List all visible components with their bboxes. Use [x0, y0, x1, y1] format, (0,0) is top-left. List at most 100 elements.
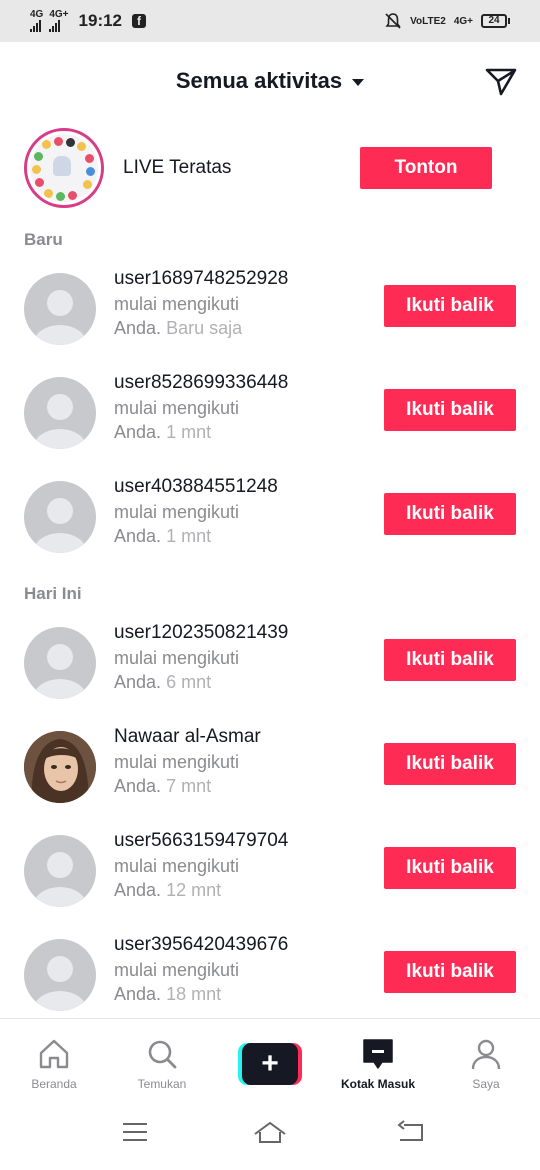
send-icon[interactable] — [484, 64, 518, 98]
target-text: Anda. — [114, 422, 162, 442]
follow-back-button[interactable]: Ikuti balik — [384, 743, 516, 785]
action-text: mulai mengikuti — [114, 960, 240, 980]
avatar[interactable] — [24, 731, 96, 803]
follow-back-button[interactable]: Ikuti balik — [384, 951, 516, 993]
follow-back-button[interactable]: Ikuti balik — [384, 285, 516, 327]
action-text: mulai mengikuti — [114, 648, 240, 668]
timestamp: 1 mnt — [166, 526, 212, 546]
username[interactable]: user1689748252928 — [114, 268, 288, 290]
live-label: LIVE Teratas — [123, 157, 232, 178]
list-item[interactable]: user5663159479704 mulai mengikuti Anda. … — [0, 823, 540, 919]
list-item[interactable]: user3956420439676 mulai mengikuti Anda. … — [0, 927, 540, 1023]
signal-bars-icon — [30, 20, 41, 32]
top-live-row[interactable]: LIVE Teratas Tonton — [24, 127, 516, 209]
action-text: mulai mengikuti — [114, 856, 240, 876]
network-label-1: 4G — [30, 9, 44, 20]
system-navigation-bar — [0, 1098, 540, 1170]
target-text: Anda. — [114, 880, 162, 900]
list-item[interactable]: user1202350821439 mulai mengikuti Anda. … — [0, 615, 540, 711]
back-icon[interactable] — [396, 1120, 426, 1144]
nav-inbox-label: Kotak Masuk — [340, 1077, 416, 1091]
volte-indicator: VoLTE2 — [410, 15, 446, 27]
avatar[interactable] — [24, 939, 96, 1011]
avatar[interactable] — [24, 273, 96, 345]
create-button[interactable]: + — [238, 1043, 302, 1085]
action-text: mulai mengikuti — [114, 398, 240, 418]
inbox-icon — [363, 1039, 393, 1069]
page-title: Semua aktivitas — [175, 68, 343, 93]
timestamp: 12 mnt — [166, 880, 222, 900]
action-text: mulai mengikuti — [114, 752, 240, 772]
home-outline-icon[interactable] — [252, 1120, 288, 1146]
default-avatar-icon — [34, 644, 86, 699]
dropdown-caret-icon — [352, 78, 365, 86]
action-text: mulai mengikuti — [114, 502, 240, 522]
search-icon — [148, 1040, 177, 1069]
bell-muted-icon — [385, 13, 401, 29]
header: Semua aktivitas — [0, 42, 540, 120]
follow-back-button[interactable]: Ikuti balik — [384, 639, 516, 681]
menu-icon[interactable] — [120, 1120, 150, 1144]
battery-level: 24 — [481, 14, 507, 28]
target-line: Anda. 12 mnt — [114, 880, 221, 901]
username[interactable]: user5663159479704 — [114, 830, 288, 852]
facebook-notification-icon: f — [132, 14, 147, 28]
nav-profile[interactable]: Saya — [432, 1019, 540, 1098]
avatar[interactable] — [24, 377, 96, 449]
network-indicator-1: 4G — [30, 10, 43, 32]
network-label-2: 4G+ — [49, 9, 69, 20]
target-line: Anda. 1 mnt — [114, 422, 211, 443]
nav-home-label: Beranda — [31, 1077, 77, 1091]
username[interactable]: user3956420439676 — [114, 934, 288, 956]
clock: 19:12 — [78, 11, 123, 30]
timestamp: 18 mnt — [166, 984, 222, 1004]
home-icon — [39, 1039, 69, 1069]
timestamp: Baru saja — [166, 318, 243, 338]
default-avatar-icon — [34, 290, 86, 345]
battery-icon: 24 — [481, 14, 510, 28]
default-avatar-icon — [34, 852, 86, 907]
target-text: Anda. — [114, 776, 162, 796]
username[interactable]: user8528699336448 — [114, 372, 288, 394]
username[interactable]: user403884551248 — [114, 476, 278, 498]
default-avatar-icon — [34, 498, 86, 553]
nav-create[interactable]: + — [216, 1019, 324, 1098]
username[interactable]: user1202350821439 — [114, 622, 288, 644]
target-line: Anda. 7 mnt — [114, 776, 211, 797]
target-text: Anda. — [114, 984, 162, 1004]
username[interactable]: Nawaar al-Asmar — [114, 726, 261, 748]
network-indicator-2: 4G+ — [49, 9, 69, 32]
target-text: Anda. — [114, 672, 162, 692]
target-text: Anda. — [114, 318, 162, 338]
nav-profile-label: Saya — [472, 1077, 500, 1091]
timestamp: 1 mnt — [166, 422, 212, 442]
follow-back-button[interactable]: Ikuti balik — [384, 389, 516, 431]
timestamp: 6 mnt — [166, 672, 212, 692]
signal-bars-icon — [49, 20, 61, 32]
follow-back-button[interactable]: Ikuti balik — [384, 493, 516, 535]
list-item[interactable]: Nawaar al-Asmar mulai mengikuti Anda. 7 … — [0, 719, 540, 815]
nav-inbox[interactable]: Kotak Masuk — [324, 1019, 432, 1098]
follow-back-button[interactable]: Ikuti balik — [384, 847, 516, 889]
action-text: mulai mengikuti — [114, 294, 240, 314]
nav-discover-label: Temukan — [137, 1077, 187, 1091]
live-avatar — [24, 128, 104, 208]
default-avatar-icon — [34, 956, 86, 1011]
avatar[interactable] — [24, 627, 96, 699]
list-item[interactable]: user1689748252928 mulai mengikuti Anda. … — [0, 261, 540, 357]
watch-button[interactable]: Tonton — [360, 147, 492, 189]
activity-filter-dropdown[interactable]: Semua aktivitas — [0, 68, 540, 94]
list-item[interactable]: user403884551248 mulai mengikuti Anda. 1… — [0, 469, 540, 565]
list-item[interactable]: user8528699336448 mulai mengikuti Anda. … — [0, 365, 540, 461]
network-indicator-3: 4G+ — [453, 15, 473, 27]
timestamp: 7 mnt — [166, 776, 212, 796]
profile-photo — [24, 731, 96, 803]
section-label-new: Baru — [24, 230, 63, 249]
profile-icon — [471, 1039, 501, 1070]
nav-home[interactable]: Beranda — [0, 1019, 108, 1098]
nav-discover[interactable]: Temukan — [108, 1019, 216, 1098]
avatar[interactable] — [24, 481, 96, 553]
avatar[interactable] — [24, 835, 96, 907]
target-line: Anda. Baru saja — [114, 318, 242, 339]
section-label-today: Hari Ini — [24, 584, 82, 603]
